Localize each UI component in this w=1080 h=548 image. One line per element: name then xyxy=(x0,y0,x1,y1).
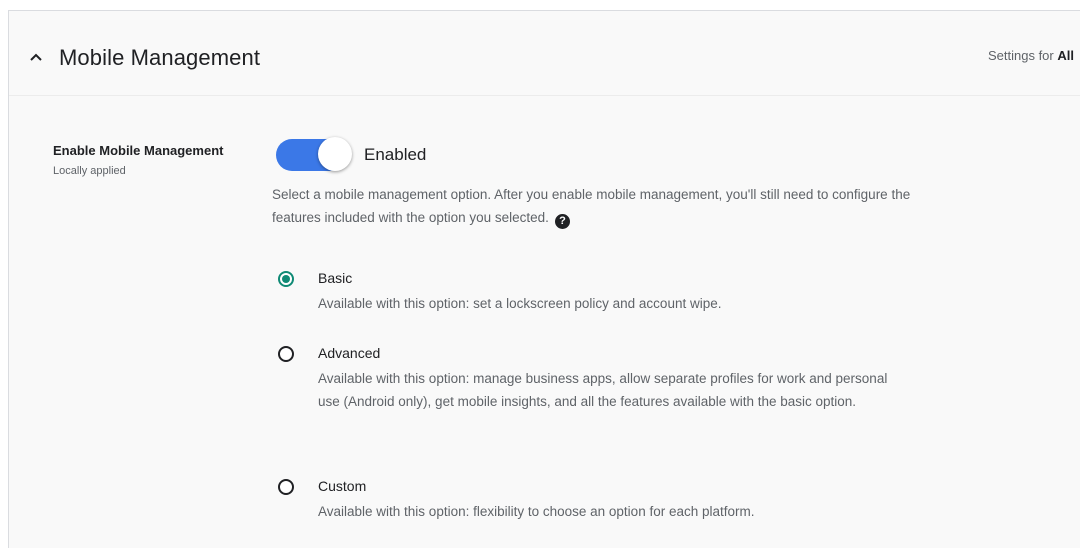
option-label: Custom xyxy=(318,478,367,494)
toggle-state-text: Enabled xyxy=(364,145,427,164)
radio-advanced[interactable] xyxy=(278,346,294,362)
section-header: Mobile Management Settings for All xyxy=(9,11,1080,96)
option-label: Basic xyxy=(318,270,353,286)
option-description: Available with this option: manage busin… xyxy=(318,371,888,409)
help-icon[interactable]: ? xyxy=(554,214,570,229)
radio-basic[interactable] xyxy=(278,271,294,287)
option-description: Available with this option: set a locksc… xyxy=(318,296,722,311)
radio-custom[interactable] xyxy=(278,479,294,495)
section-title: Mobile Management xyxy=(59,45,261,70)
settings-panel: Mobile Management Settings for All xyxy=(8,10,1080,548)
setting-label: Enable Mobile Management xyxy=(53,143,224,158)
setting-sublabel: Locally applied xyxy=(53,165,126,177)
chevron-up-icon[interactable] xyxy=(28,49,44,65)
description-text: Select a mobile management option. After… xyxy=(272,187,911,225)
setting-description: Select a mobile management option. After… xyxy=(272,183,912,229)
scope-value: All xyxy=(1057,48,1074,63)
toggle-knob xyxy=(318,137,352,171)
option-label: Advanced xyxy=(318,345,381,361)
scope-prefix: Settings for xyxy=(987,48,1054,63)
option-description: Available with this option: flexibility … xyxy=(318,504,755,519)
enable-mobile-management-toggle[interactable] xyxy=(276,137,352,173)
settings-scope: Settings for All xyxy=(988,48,1074,63)
